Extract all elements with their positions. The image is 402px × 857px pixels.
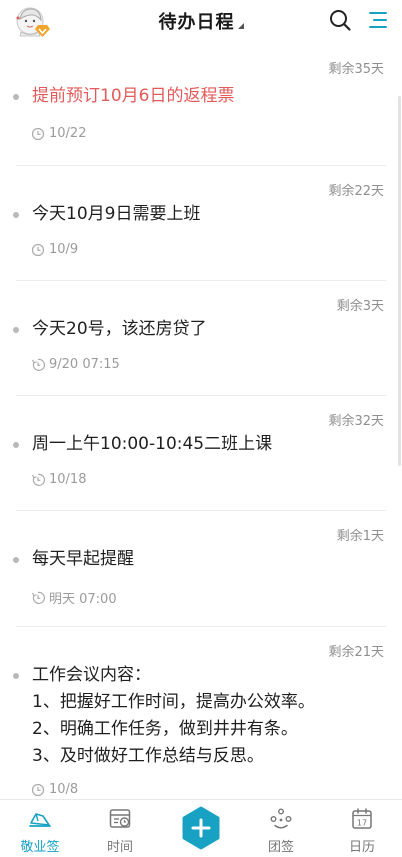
item-content: 每天早起提醒 bbox=[32, 549, 134, 569]
item-meta: 10/8 bbox=[31, 782, 78, 797]
item-date: 明天 07:00 bbox=[49, 592, 117, 607]
notes-icon bbox=[29, 813, 51, 827]
calendar-day: 17 bbox=[357, 819, 367, 828]
list-item[interactable]: 剩余1天 每天早起提醒 明天 07:00 bbox=[0, 511, 402, 627]
item-date: 10/9 bbox=[49, 242, 79, 257]
repeat-clock-icon bbox=[32, 358, 45, 371]
bullet-dot bbox=[13, 673, 19, 679]
list-item[interactable]: 剩余21天 工作会议内容： 1、把握好工作时间，提高办公效率。 2、明确工作任务… bbox=[0, 627, 402, 799]
page-title[interactable]: 待办日程 bbox=[159, 12, 235, 33]
tab-team[interactable]: 团签 bbox=[241, 800, 321, 857]
remaining-days: 剩余1天 bbox=[336, 529, 384, 544]
item-content: 工作会议内容： 1、把握好工作时间，提高办公效率。 2、明确工作任务，做到井井有… bbox=[32, 665, 315, 766]
dropdown-caret-icon[interactable] bbox=[237, 23, 244, 29]
tab-time[interactable]: 时间 bbox=[80, 800, 160, 857]
clock-icon bbox=[31, 127, 45, 140]
item-meta: 10/9 bbox=[31, 242, 78, 257]
item-meta: 10/22 bbox=[31, 126, 86, 141]
top-bar: 待办日程 bbox=[0, 0, 402, 44]
scrollbar[interactable] bbox=[398, 96, 401, 466]
item-meta: 明天 07:00 bbox=[31, 588, 117, 607]
list-item[interactable]: 剩余35天 提前预订10月6日的返程票 10/22 bbox=[0, 44, 402, 166]
item-content: 今天20号，该还房贷了 bbox=[32, 319, 207, 339]
item-date: 9/20 07:15 bbox=[49, 357, 120, 372]
schedule-list[interactable]: 剩余35天 提前预订10月6日的返程票 10/22 剩余22天 今天10月9日需… bbox=[0, 44, 402, 799]
bullet-dot bbox=[13, 327, 19, 333]
bullet-dot bbox=[13, 212, 19, 218]
item-meta: 10/18 bbox=[31, 472, 86, 487]
bullet-dot bbox=[13, 442, 19, 448]
team-icon bbox=[270, 808, 292, 829]
tab-label: 时间 bbox=[106, 840, 133, 855]
list-item[interactable]: 剩余22天 今天10月9日需要上班 10/9 bbox=[0, 166, 402, 281]
tab-label: 敬业签 bbox=[20, 840, 60, 855]
remaining-days: 剩余3天 bbox=[336, 299, 384, 314]
clock-icon bbox=[31, 783, 45, 796]
tab-label: 日历 bbox=[348, 840, 375, 855]
clock-icon bbox=[31, 243, 45, 256]
remaining-days: 剩余22天 bbox=[328, 184, 384, 199]
repeat-clock-icon bbox=[32, 591, 45, 604]
item-date: 10/8 bbox=[49, 782, 79, 797]
calendar-icon: 17 bbox=[352, 808, 372, 829]
list-item[interactable]: 剩余32天 周一上午10:00-10:45二班上课 10/18 bbox=[0, 396, 402, 511]
item-date: 10/18 bbox=[49, 472, 87, 487]
tab-add[interactable] bbox=[160, 800, 240, 857]
item-content: 今天10月9日需要上班 bbox=[32, 204, 201, 224]
item-meta: 9/20 07:15 bbox=[31, 357, 120, 372]
bullet-dot bbox=[13, 94, 19, 100]
bullet-dot bbox=[13, 557, 19, 563]
item-content: 提前预订10月6日的返程票 bbox=[32, 86, 235, 106]
remaining-days: 剩余32天 bbox=[328, 414, 384, 429]
list-menu-icon[interactable] bbox=[367, 9, 389, 31]
remaining-days: 剩余35天 bbox=[328, 62, 384, 77]
item-date: 10/22 bbox=[49, 126, 87, 141]
remaining-days: 剩余21天 bbox=[328, 645, 384, 660]
repeat-clock-icon bbox=[32, 473, 45, 486]
time-board-icon bbox=[109, 809, 131, 828]
add-hexagon-icon[interactable] bbox=[180, 806, 222, 850]
tab-label: 团签 bbox=[267, 840, 294, 855]
list-item[interactable]: 剩余3天 今天20号，该还房贷了 9/20 07:15 bbox=[0, 281, 402, 396]
tab-jingyeqian[interactable]: 敬业签 bbox=[0, 800, 80, 857]
tab-calendar[interactable]: 17 日历 bbox=[322, 800, 402, 857]
search-icon[interactable] bbox=[328, 8, 352, 32]
bottom-tab-bar: 敬业签 时间 团签 17 日历 bbox=[0, 799, 402, 857]
item-content: 周一上午10:00-10:45二班上课 bbox=[32, 434, 273, 454]
